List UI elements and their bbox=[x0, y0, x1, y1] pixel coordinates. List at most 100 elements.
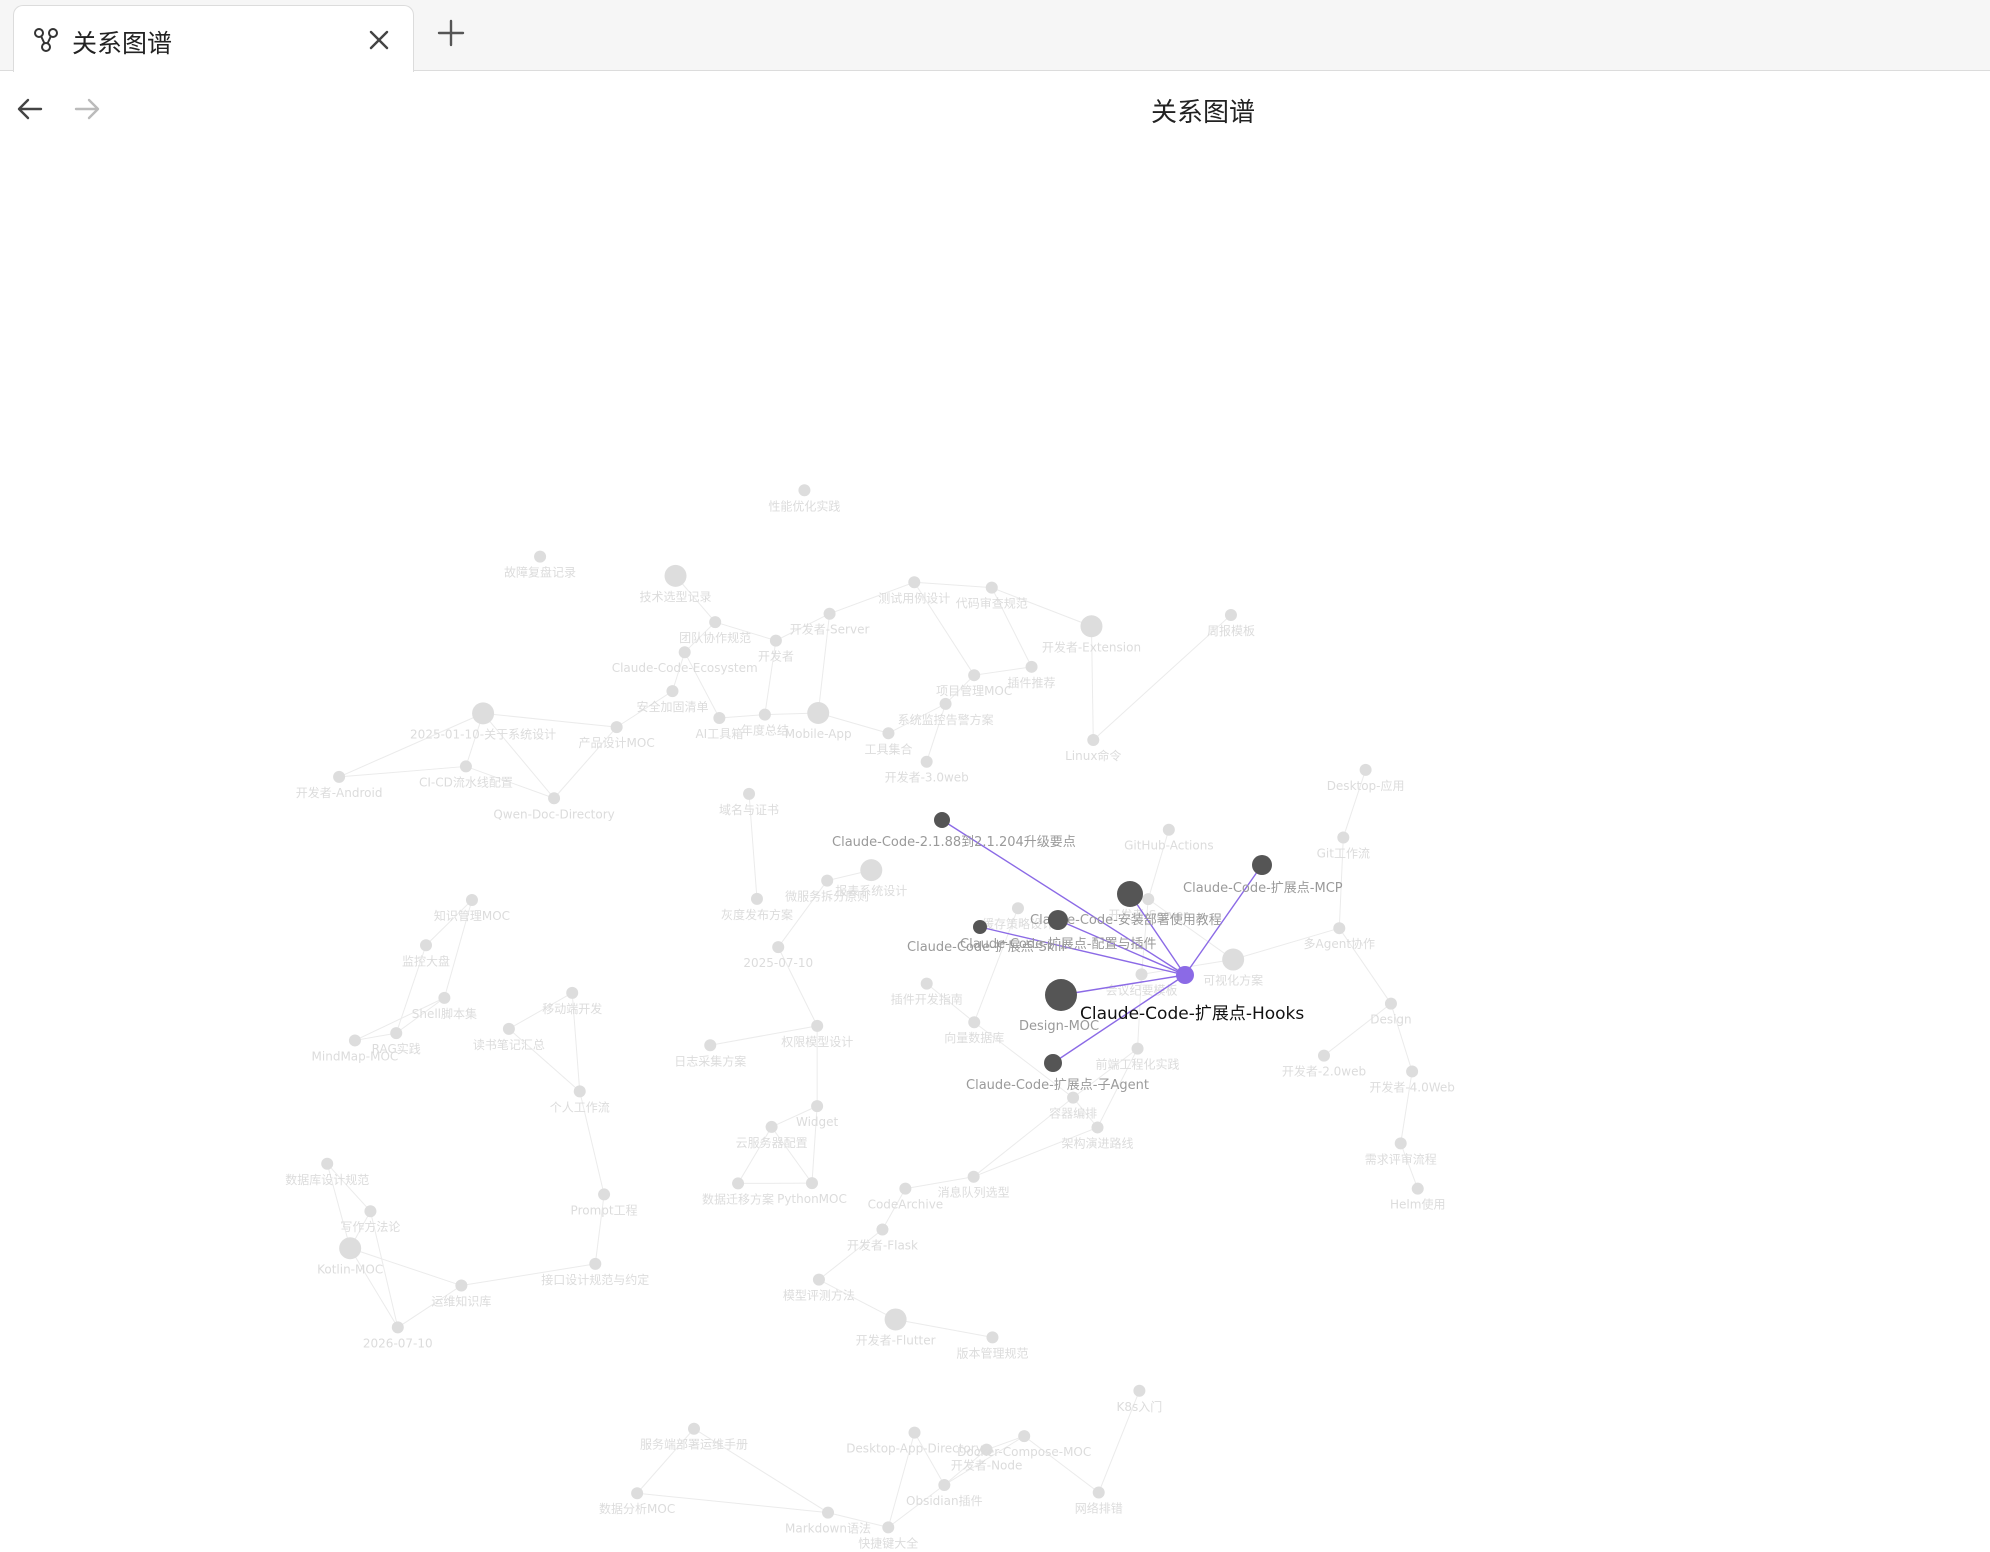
graph-node[interactable] bbox=[899, 1182, 912, 1195]
graph-node[interactable] bbox=[472, 702, 495, 725]
graph-node-plugins[interactable] bbox=[1048, 910, 1068, 930]
graph-node[interactable] bbox=[985, 581, 998, 594]
graph-node[interactable] bbox=[390, 1027, 403, 1040]
graph-node[interactable] bbox=[610, 721, 623, 734]
graph-node[interactable] bbox=[1087, 733, 1100, 746]
graph-node[interactable] bbox=[908, 576, 921, 589]
graph-node-label: 日志采集方案 bbox=[674, 1053, 746, 1068]
graph-node-label: Desktop-应用 bbox=[1327, 778, 1405, 793]
graph-node-mcp[interactable] bbox=[1252, 855, 1272, 875]
graph-node[interactable] bbox=[920, 755, 933, 768]
graph-node[interactable] bbox=[765, 1120, 778, 1133]
graph-node[interactable] bbox=[1317, 1049, 1330, 1062]
graph-node[interactable] bbox=[420, 939, 433, 952]
graph-node[interactable] bbox=[704, 1039, 717, 1052]
graph-node[interactable] bbox=[566, 986, 579, 999]
graph-node[interactable] bbox=[967, 1170, 980, 1183]
graph-node[interactable] bbox=[938, 1478, 951, 1491]
graph-node[interactable] bbox=[534, 550, 547, 563]
graph-node[interactable] bbox=[750, 892, 763, 905]
graph-node[interactable] bbox=[631, 1487, 644, 1500]
graph-node[interactable] bbox=[1162, 823, 1175, 836]
graph-node[interactable] bbox=[1011, 902, 1024, 915]
graph-node[interactable] bbox=[968, 669, 981, 682]
graph-node[interactable] bbox=[758, 708, 771, 721]
graph-node[interactable] bbox=[678, 646, 691, 659]
graph-node[interactable] bbox=[805, 1177, 818, 1190]
graph-node-focus[interactable] bbox=[1176, 966, 1194, 984]
graph-node[interactable] bbox=[769, 634, 782, 647]
graph-node[interactable] bbox=[920, 977, 933, 990]
graph-node[interactable] bbox=[589, 1257, 602, 1270]
graph-node[interactable] bbox=[986, 1331, 999, 1344]
graph-node-label: 开发者-Flutter bbox=[856, 1332, 936, 1347]
graph-node[interactable] bbox=[339, 1237, 362, 1260]
graph-node[interactable] bbox=[1067, 1091, 1080, 1104]
graph-node[interactable] bbox=[968, 1016, 981, 1029]
graph-node[interactable] bbox=[333, 770, 346, 783]
graph-node[interactable] bbox=[502, 1022, 515, 1035]
graph-node[interactable] bbox=[713, 711, 726, 724]
graph-node[interactable] bbox=[438, 991, 451, 1004]
graph-node[interactable] bbox=[664, 564, 687, 587]
graph-node[interactable] bbox=[666, 685, 679, 698]
graph-node[interactable] bbox=[573, 1085, 586, 1098]
graph-node-label: 快捷键大全 bbox=[858, 1535, 918, 1550]
graph-node[interactable] bbox=[1411, 1182, 1424, 1195]
graph-node[interactable] bbox=[1131, 1042, 1144, 1055]
graph-node[interactable] bbox=[1337, 831, 1350, 844]
graph-node[interactable] bbox=[939, 697, 952, 710]
graph-node[interactable] bbox=[908, 1426, 921, 1439]
graph-node[interactable] bbox=[1224, 609, 1237, 622]
graph-node[interactable] bbox=[688, 1422, 701, 1435]
graph-node[interactable] bbox=[1359, 763, 1372, 776]
graph-node[interactable] bbox=[772, 941, 785, 954]
graph-node-upgrade[interactable] bbox=[934, 812, 950, 828]
graph-node[interactable] bbox=[1394, 1137, 1407, 1150]
graph-node-skill[interactable] bbox=[973, 920, 987, 934]
relationship-graph[interactable]: Design 开发者-Node 开发者-Server 开发者-4.0Web 开发者-Fl… bbox=[0, 0, 1990, 1552]
graph-node[interactable] bbox=[1135, 968, 1148, 981]
graph-node[interactable] bbox=[821, 874, 834, 887]
graph-node[interactable] bbox=[455, 1279, 468, 1292]
graph-node[interactable] bbox=[1222, 948, 1245, 971]
graph-node[interactable] bbox=[459, 760, 472, 773]
graph-node[interactable] bbox=[709, 616, 722, 629]
graph-node[interactable] bbox=[1091, 1121, 1104, 1134]
graph-node[interactable] bbox=[1025, 660, 1038, 673]
graph-node[interactable] bbox=[364, 1205, 377, 1218]
graph-node[interactable] bbox=[812, 1273, 825, 1286]
graph-edge bbox=[973, 1126, 1098, 1178]
graph-node[interactable] bbox=[1142, 893, 1155, 906]
graph-node[interactable] bbox=[823, 607, 836, 620]
graph-node[interactable] bbox=[1333, 922, 1346, 935]
graph-node[interactable] bbox=[732, 1177, 745, 1190]
graph-node[interactable] bbox=[807, 701, 830, 724]
graph-node[interactable] bbox=[1133, 1384, 1146, 1397]
graph-node[interactable] bbox=[882, 727, 895, 740]
graph-node-label: RAG实践 bbox=[372, 1041, 421, 1056]
graph-node[interactable] bbox=[882, 1521, 895, 1534]
graph-node[interactable] bbox=[465, 894, 478, 907]
graph-node[interactable] bbox=[811, 1100, 824, 1113]
graph-node[interactable] bbox=[798, 484, 811, 497]
graph-node[interactable] bbox=[1080, 615, 1103, 638]
graph-node[interactable] bbox=[860, 859, 883, 882]
graph-node-design[interactable] bbox=[1045, 979, 1077, 1011]
graph-node[interactable] bbox=[1384, 997, 1397, 1010]
graph-node[interactable] bbox=[321, 1157, 334, 1170]
graph-node-install[interactable] bbox=[1117, 881, 1143, 907]
graph-node[interactable] bbox=[743, 787, 756, 800]
graph-node[interactable] bbox=[1018, 1430, 1031, 1443]
graph-node[interactable] bbox=[548, 792, 561, 805]
graph-node[interactable] bbox=[598, 1188, 611, 1201]
graph-node[interactable] bbox=[1092, 1486, 1105, 1499]
graph-node[interactable] bbox=[348, 1034, 361, 1047]
graph-node[interactable] bbox=[811, 1019, 824, 1032]
graph-node[interactable] bbox=[822, 1506, 835, 1519]
graph-node[interactable] bbox=[876, 1223, 889, 1236]
graph-node-subagent[interactable] bbox=[1044, 1054, 1062, 1072]
graph-node[interactable] bbox=[391, 1321, 404, 1334]
graph-node[interactable] bbox=[884, 1308, 907, 1331]
graph-node[interactable] bbox=[1406, 1065, 1419, 1078]
